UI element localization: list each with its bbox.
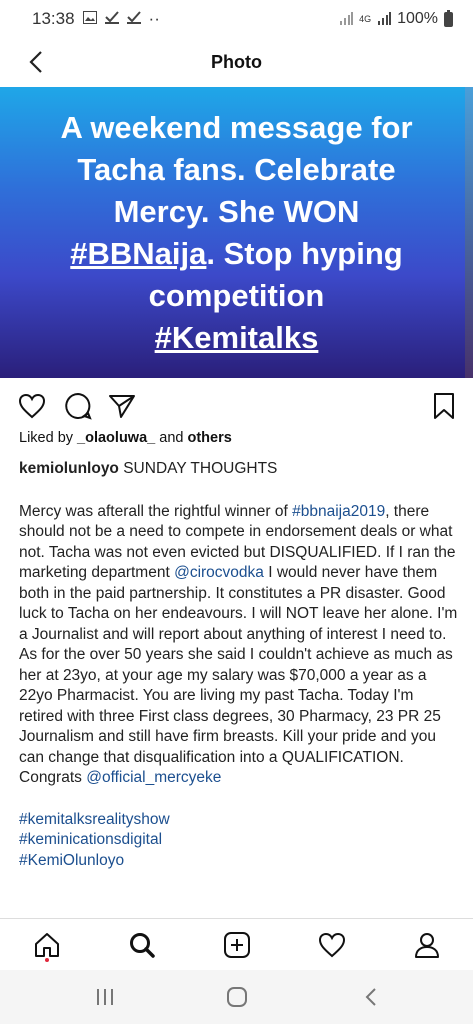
network-type: 4G (359, 13, 372, 24)
liked-by-prefix: Liked by (19, 430, 74, 446)
photo-hashtag: #Kemitalks (154, 319, 319, 355)
profile-icon (415, 933, 439, 958)
status-left: 13:38 ·· (32, 9, 160, 29)
hashtag-link[interactable]: #bbnaija2019 (292, 503, 385, 520)
liked-by[interactable]: Liked by _olaoluwa_ and others (19, 430, 232, 446)
back-button[interactable] (20, 46, 52, 78)
liked-by-others[interactable]: others (187, 430, 231, 446)
post-username[interactable]: kemiolunloyo (19, 460, 119, 477)
save-button[interactable] (428, 390, 460, 422)
like-button[interactable] (16, 390, 48, 422)
caption-body: Mercy was afterall the rightful winner o… (19, 502, 459, 789)
send-icon (109, 395, 135, 418)
nav-create[interactable] (219, 927, 255, 963)
bottom-navigation (0, 918, 473, 971)
battery-percent: 100% (397, 10, 438, 27)
post-title: SUNDAY THOUGHTS (123, 460, 278, 477)
photo-text-rest: . Stop hyping (206, 235, 403, 271)
notification-dot (45, 958, 49, 962)
mention-link[interactable]: @official_mercyeke (86, 769, 221, 786)
recent-apps-button[interactable] (90, 982, 120, 1012)
post-photo[interactable]: A weekend message for Tacha fans. Celebr… (0, 87, 473, 378)
status-right: 4G 100% (339, 9, 453, 28)
add-post-icon (224, 932, 250, 958)
liked-by-and: and (159, 430, 184, 446)
status-time: 13:38 (32, 9, 75, 28)
caption-text: I would never have them both in the paid… (19, 564, 458, 786)
hashtag-link[interactable]: #kemitalksrealityshow (19, 810, 459, 831)
photo-line: Tacha fans. Celebrate (77, 151, 396, 187)
status-bar: 13:38 ·· 4G 100% (0, 0, 473, 38)
battery-icon (444, 9, 453, 27)
mention-link[interactable]: @cirocvodka (174, 564, 264, 581)
liked-by-user[interactable]: _olaoluwa_ (77, 430, 155, 446)
more-notifications-icon: ·· (148, 9, 160, 28)
photo-text: A weekend message for Tacha fans. Celebr… (17, 107, 457, 359)
back-system-button[interactable] (356, 982, 386, 1012)
hashtag-link[interactable]: #keminicationsdigital (19, 830, 459, 851)
photo-line: A weekend message for (60, 109, 413, 145)
caption-header: kemiolunloyo SUNDAY THOUGHTS (19, 459, 459, 480)
home-system-button[interactable] (222, 982, 252, 1012)
signal-icon (339, 11, 354, 28)
chevron-left-icon (365, 988, 376, 1006)
post-caption: kemiolunloyo SUNDAY THOUGHTS Mercy was a… (19, 459, 459, 871)
hashtag-link[interactable]: #KemiOlunloyo (19, 851, 459, 872)
photo-line: #BBNaija. Stop hyping (17, 233, 457, 275)
heart-icon (18, 393, 46, 419)
hashtag-list: #kemitalksrealityshow #keminicationsdigi… (19, 810, 459, 872)
post-actions (0, 386, 473, 426)
page-title: Photo (211, 51, 262, 72)
bookmark-icon (434, 393, 454, 419)
header: Photo (0, 38, 473, 86)
system-navigation (0, 970, 473, 1024)
search-icon (130, 933, 155, 958)
download-done-icon (104, 11, 119, 27)
comment-icon (65, 392, 92, 420)
photo-line: #Kemitalks (17, 317, 457, 359)
home-icon (35, 933, 59, 957)
heart-icon (318, 932, 346, 958)
nav-profile[interactable] (409, 927, 445, 963)
nav-search[interactable] (124, 927, 160, 963)
photo-hashtag: #BBNaija (70, 235, 207, 271)
home-circle-icon (227, 987, 247, 1007)
share-button[interactable] (106, 390, 138, 422)
image-notification-icon (82, 11, 97, 27)
nav-activity[interactable] (314, 927, 350, 963)
recent-apps-icon (97, 989, 113, 1005)
caption-text: Mercy was afterall the rightful winner o… (19, 502, 288, 520)
chevron-left-icon (29, 51, 42, 73)
comment-button[interactable] (62, 390, 94, 422)
signal-icon-2 (377, 11, 392, 28)
next-photo-edge (465, 87, 473, 378)
download-done-icon-2 (126, 11, 141, 27)
photo-line: Mercy. She WON (113, 193, 360, 229)
photo-line: competition (148, 277, 325, 313)
